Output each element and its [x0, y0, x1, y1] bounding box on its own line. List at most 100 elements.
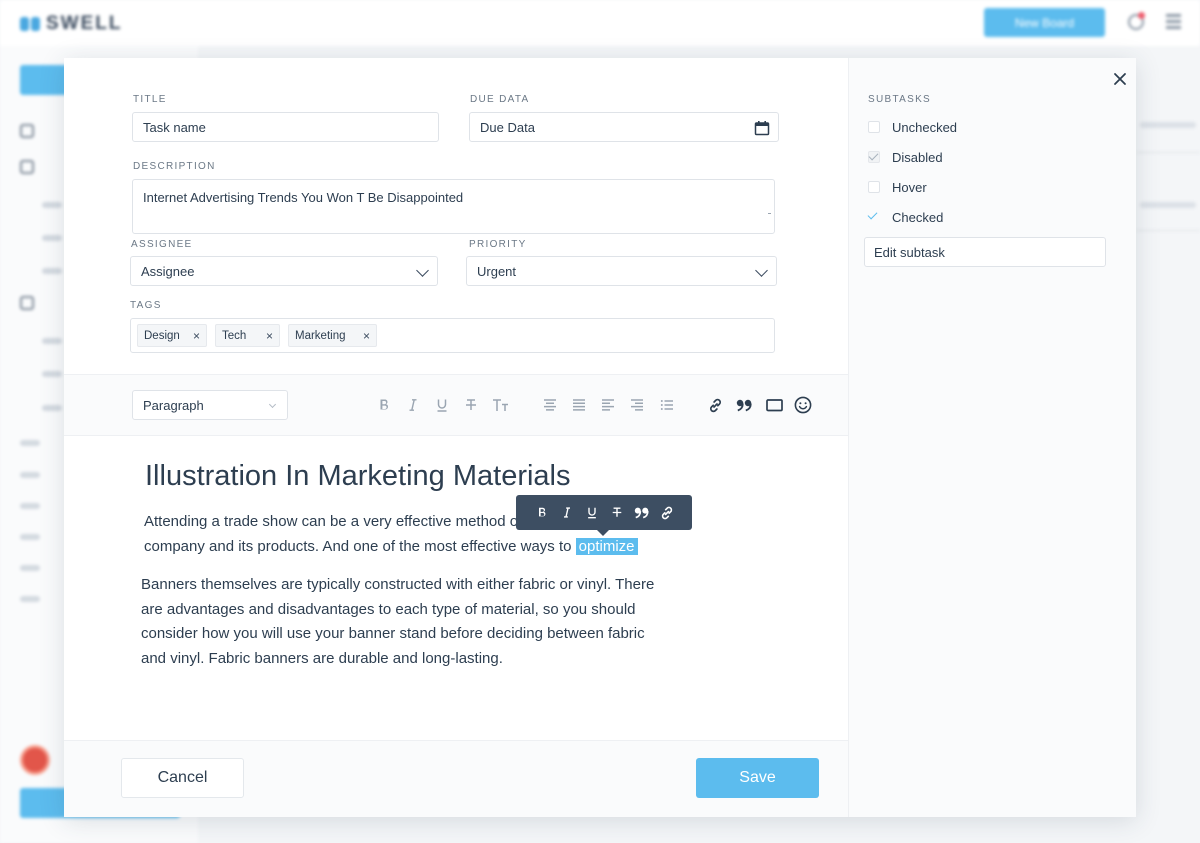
strikethrough-icon[interactable]: [460, 394, 482, 416]
sidebar-boards-icon: [20, 160, 34, 174]
subtask-disabled: Disabled: [868, 147, 943, 167]
paragraph-1-line-2: company and its products. And one of the…: [144, 535, 744, 560]
sidebar-sub-item: [42, 268, 62, 274]
sidebar-tag-item: [20, 503, 40, 509]
paragraph-1-line-2-text: company and its products. And one of the…: [144, 537, 572, 555]
due-date-label: Due Data: [470, 94, 530, 105]
link-icon[interactable]: [656, 502, 677, 523]
bullet-list-icon[interactable]: [656, 394, 678, 416]
block-format-value: Paragraph: [143, 397, 204, 413]
quote-icon[interactable]: [631, 502, 652, 523]
tags-label: Tags: [130, 300, 162, 311]
edit-task-modal: Title Task name Due Data Due Data Descri…: [64, 58, 1136, 817]
selected-text[interactable]: optimize: [575, 537, 638, 555]
subtask-unchecked[interactable]: Unchecked: [868, 117, 957, 137]
title-label: Title: [133, 94, 167, 105]
checkbox-unchecked[interactable]: [868, 121, 880, 133]
checkmark-icon: [867, 209, 878, 220]
sidebar-sub-item: [42, 338, 62, 344]
logo-mark-icon: [20, 17, 40, 31]
assignee-select[interactable]: Assignee: [130, 256, 438, 286]
sidebar-sub-item: [42, 202, 62, 208]
tag-tech: Tech ×: [215, 324, 280, 347]
underline-icon[interactable]: [431, 394, 453, 416]
sidebar-tag-item: [20, 565, 40, 571]
block-format-select[interactable]: Paragraph: [132, 390, 288, 420]
sidebar-tag-item: [20, 596, 40, 602]
checkbox-disabled: [868, 150, 880, 163]
inline-format-toolbar: [516, 495, 692, 536]
edit-subtask-input[interactable]: Edit subtask: [864, 237, 1106, 267]
subtask-checked[interactable]: Checked: [867, 207, 944, 227]
subtasks-label: Subtasks: [868, 94, 932, 105]
sidebar-tag-item: [20, 472, 40, 478]
assignee-label: Assignee: [131, 239, 193, 250]
board-column-text: [1140, 202, 1196, 208]
tag-remove-icon[interactable]: ×: [183, 329, 206, 343]
tags-input[interactable]: Design × Tech × Marketing ×: [130, 318, 775, 353]
editor-heading[interactable]: Illustration In Marketing Materials: [145, 460, 571, 493]
subtask-hover[interactable]: Hover: [868, 177, 927, 197]
tag-remove-icon[interactable]: ×: [256, 329, 279, 343]
italic-icon[interactable]: [556, 502, 577, 523]
calendar-icon[interactable]: [754, 120, 770, 139]
notification-dot: [1138, 12, 1145, 19]
due-date-input[interactable]: Due Data: [469, 112, 779, 142]
save-button[interactable]: Save: [696, 758, 819, 798]
sidebar-folder-icon: [20, 296, 34, 310]
new-board-button: New Board: [984, 8, 1105, 37]
description-value: Internet Advertising Trends You Won T Be…: [143, 190, 464, 205]
priority-value: Urgent: [477, 263, 517, 279]
checkbox-checked[interactable]: [867, 209, 880, 223]
subtask-label: Checked: [892, 209, 944, 225]
close-icon[interactable]: [1109, 68, 1131, 90]
logo-text: SWELL: [46, 13, 123, 34]
menu-icon: [1166, 14, 1181, 29]
align-center-icon[interactable]: [539, 394, 561, 416]
priority-select[interactable]: Urgent: [466, 256, 777, 286]
edit-subtask-value: Edit subtask: [874, 244, 945, 260]
modal-footer: Cancel Save: [64, 740, 848, 817]
user-avatar: [20, 745, 50, 775]
sidebar-sub-item: [42, 235, 62, 241]
subtask-label: Disabled: [892, 149, 943, 165]
sidebar-sub-item: [42, 371, 62, 377]
description-textarea[interactable]: Internet Advertising Trends You Won T Be…: [132, 179, 775, 234]
board-column-divider: [1136, 152, 1200, 153]
emoji-icon[interactable]: [792, 394, 814, 416]
underline-icon[interactable]: [581, 502, 602, 523]
tag-label: Tech: [222, 329, 247, 342]
editor-paragraph-2[interactable]: Banners themselves are typically constru…: [141, 573, 671, 671]
subtask-label: Hover: [892, 179, 927, 195]
italic-icon[interactable]: [402, 394, 424, 416]
description-label: Description: [133, 161, 216, 172]
priority-label: Priority: [469, 239, 527, 250]
sidebar-section-label: [20, 440, 40, 446]
align-right-icon[interactable]: [626, 394, 648, 416]
chevron-down-icon: [268, 400, 277, 409]
tag-label: Design: [144, 329, 180, 342]
tag-design: Design ×: [137, 324, 207, 347]
chevron-down-icon: [755, 264, 768, 277]
align-left-icon[interactable]: [597, 394, 619, 416]
bold-icon[interactable]: [373, 394, 395, 416]
sidebar-tag-item: [20, 534, 40, 540]
checkmark-icon: [868, 150, 879, 161]
text-size-icon[interactable]: [490, 394, 512, 416]
embed-icon[interactable]: [763, 394, 785, 416]
quote-icon[interactable]: [733, 394, 755, 416]
sidebar-home-icon: [20, 124, 34, 138]
task-form: Title Task name Due Data Due Data Descri…: [64, 58, 848, 817]
title-input[interactable]: Task name: [132, 112, 439, 142]
bold-icon[interactable]: [531, 502, 552, 523]
strikethrough-icon[interactable]: [606, 502, 627, 523]
link-icon[interactable]: [704, 394, 726, 416]
checkbox-hover[interactable]: [868, 181, 880, 193]
cancel-button[interactable]: Cancel: [121, 758, 244, 798]
editor-toolbar: Paragraph: [64, 374, 848, 436]
align-justify-icon[interactable]: [568, 394, 590, 416]
tag-remove-icon[interactable]: ×: [353, 329, 376, 343]
due-date-value: Due Data: [480, 119, 535, 135]
board-column-divider: [1136, 230, 1200, 231]
resize-handle-icon[interactable]: [768, 213, 771, 214]
